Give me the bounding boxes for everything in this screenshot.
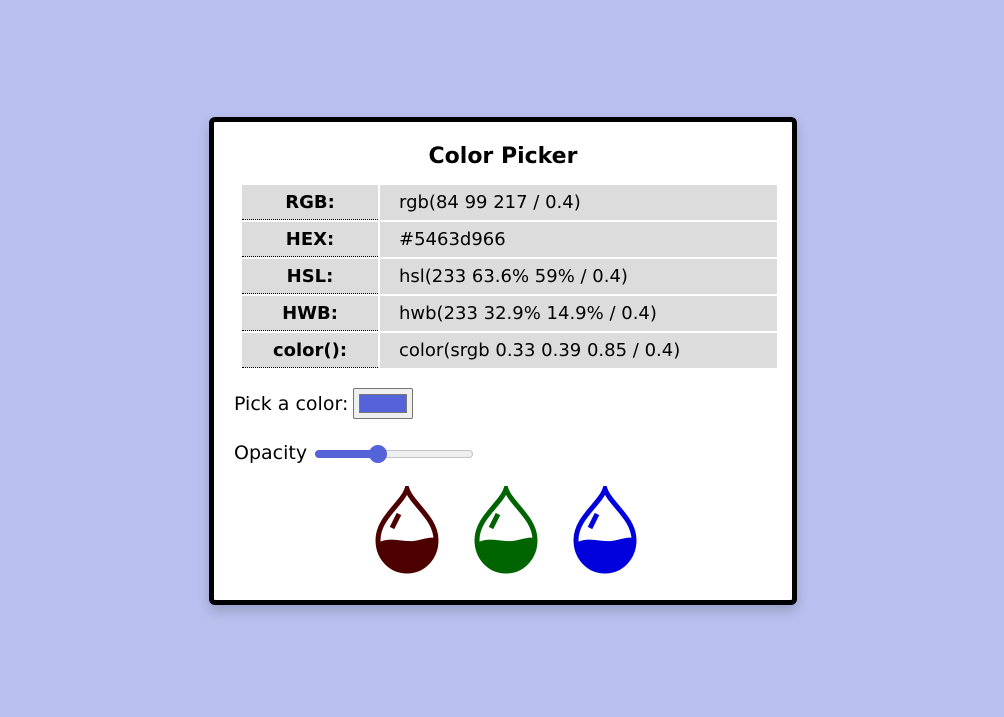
color-picker-card: Color Picker RGB: rgb(84 99 217 / 0.4) H…: [209, 117, 797, 605]
color-function-value: color(srgb 0.33 0.39 0.85 / 0.4): [380, 333, 777, 368]
slider-thumb[interactable]: [369, 445, 388, 463]
hwb-value: hwb(233 32.9% 14.9% / 0.4): [380, 296, 777, 331]
table-row: HWB: hwb(233 32.9% 14.9% / 0.4): [242, 296, 777, 331]
color-function-label: color():: [242, 333, 378, 368]
opacity-row: Opacity: [234, 442, 474, 464]
rgb-value: rgb(84 99 217 / 0.4): [380, 185, 777, 220]
opacity-slider[interactable]: [315, 443, 474, 463]
pick-color-row: Pick a color:: [234, 388, 414, 419]
hsl-label: HSL:: [242, 259, 378, 294]
drops-row: [374, 486, 638, 574]
rgb-label: RGB:: [242, 185, 378, 220]
hex-value: #5463d966: [380, 222, 777, 257]
table-row: RGB: rgb(84 99 217 / 0.4): [242, 185, 777, 220]
opacity-label: Opacity: [234, 442, 308, 464]
page-title: Color Picker: [428, 144, 578, 169]
table-row: HEX: #5463d966: [242, 222, 777, 257]
table-row: color(): color(srgb 0.33 0.39 0.85 / 0.4…: [242, 333, 777, 368]
hsl-value: hsl(233 63.6% 59% / 0.4): [380, 259, 777, 294]
hwb-label: HWB:: [242, 296, 378, 331]
pick-color-label: Pick a color:: [234, 392, 349, 415]
color-input[interactable]: [353, 388, 414, 419]
red-drop-icon: [374, 486, 440, 574]
green-drop-icon: [473, 486, 539, 574]
hex-label: HEX:: [242, 222, 378, 257]
blue-drop-icon: [572, 486, 638, 574]
table-row: HSL: hsl(233 63.6% 59% / 0.4): [242, 259, 777, 294]
color-values-table: RGB: rgb(84 99 217 / 0.4) HEX: #5463d966…: [242, 183, 777, 370]
color-swatch: [359, 394, 408, 413]
